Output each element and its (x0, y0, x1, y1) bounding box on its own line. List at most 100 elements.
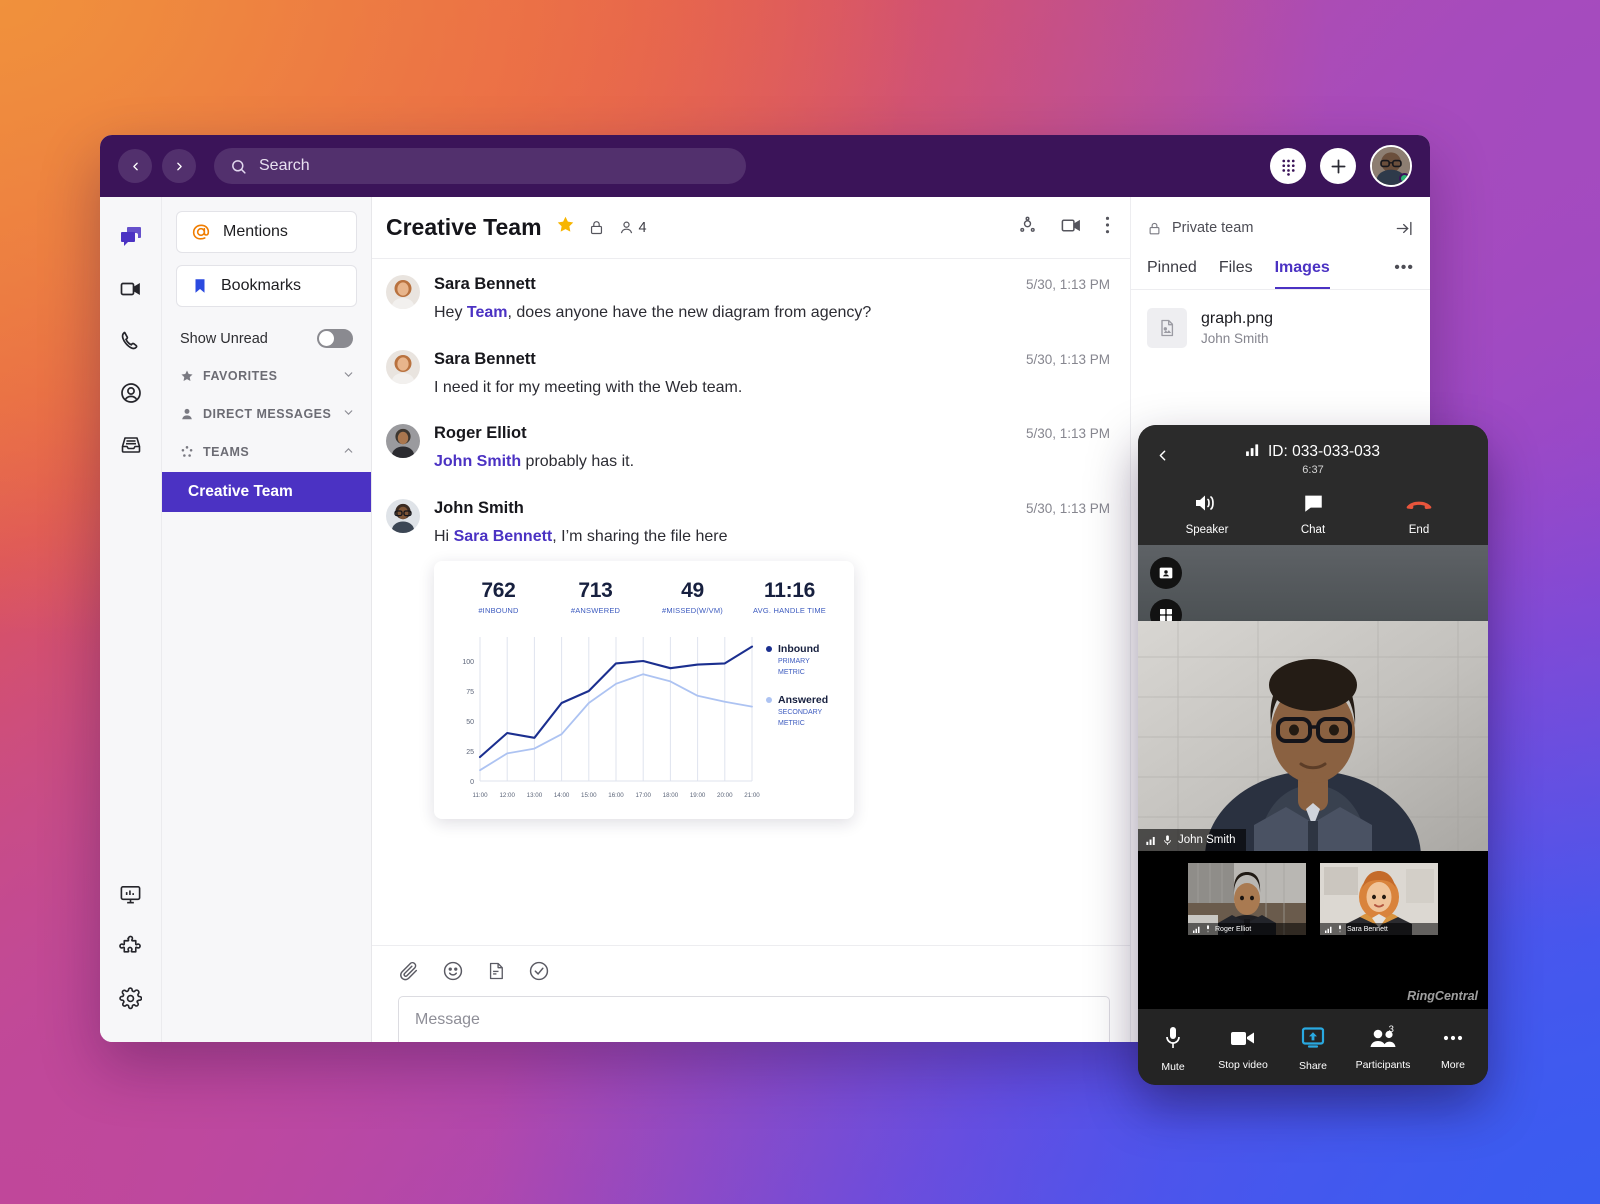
svg-text:75: 75 (466, 689, 474, 696)
chat-icon (1302, 492, 1325, 514)
stop-video-button[interactable]: Stop video (1208, 1028, 1278, 1071)
monitor-chart-icon (119, 883, 142, 906)
share-button[interactable]: Share (1278, 1027, 1348, 1072)
main-video-tile[interactable]: John Smith (1138, 621, 1488, 851)
puzzle-piece-icon (119, 935, 142, 958)
participants-button[interactable]: 3 Participants (1348, 1028, 1418, 1071)
microphone-icon (1205, 925, 1211, 933)
collapse-right-icon[interactable] (1395, 219, 1414, 238)
rail-item-contacts[interactable] (109, 371, 153, 415)
sidebar-section-favorites[interactable]: FAVORITES (162, 352, 371, 390)
avatar[interactable] (386, 499, 420, 533)
rail-item-video[interactable] (109, 267, 153, 311)
thumbnail-roger-elliot[interactable]: Roger Elliot (1188, 863, 1306, 935)
svg-text:0: 0 (470, 779, 474, 786)
members-icon[interactable]: 4 (618, 219, 647, 236)
paperclip-icon[interactable] (398, 960, 420, 982)
thumbnail-sara-bennett[interactable]: Sara Bennett (1320, 863, 1438, 935)
note-icon[interactable] (486, 961, 506, 981)
share-nodes-icon[interactable] (1017, 215, 1038, 241)
list-item[interactable]: graph.png John Smith (1131, 290, 1430, 366)
svg-text:13:00: 13:00 (527, 792, 543, 799)
tab-images[interactable]: Images (1275, 259, 1330, 289)
speaker-button[interactable]: Speaker (1154, 492, 1260, 536)
end-call-button[interactable]: End (1366, 492, 1472, 536)
rail-item-settings[interactable] (109, 976, 153, 1020)
kpi-answered: 713 #ANSWERED (547, 579, 644, 615)
phone-bottom-toolbar: Mute Stop video Share 3 Participants Mor… (1138, 1009, 1488, 1085)
rail-item-analytics[interactable] (109, 872, 153, 916)
signal-bars-icon (1146, 836, 1157, 845)
meeting-id: ID: 033-033-033 (1268, 443, 1380, 461)
svg-text:100: 100 (462, 659, 474, 666)
image-file-icon (1147, 308, 1187, 348)
mention-link[interactable]: John Smith (434, 453, 521, 470)
chart-attachment[interactable]: 762 #INBOUND 713 #ANSWERED 49 (434, 561, 854, 819)
conversation-header-actions (1017, 214, 1110, 242)
roger-elliot-avatar (386, 424, 420, 458)
chart-area: 025507510011:0012:0013:0014:0015:0016:00… (450, 625, 838, 808)
dialpad-button[interactable] (1270, 148, 1306, 184)
stop-video-label: Stop video (1208, 1059, 1278, 1071)
chat-button[interactable]: Chat (1260, 492, 1366, 536)
composer-tools (398, 960, 1110, 982)
smiley-icon[interactable] (442, 960, 464, 982)
tab-files[interactable]: Files (1219, 259, 1253, 289)
search-input[interactable]: Search (214, 148, 746, 184)
sidebar-item-creative-team[interactable]: Creative Team (162, 472, 371, 512)
rail-item-messages[interactable] (109, 215, 153, 259)
mention-link[interactable]: Team (467, 304, 508, 321)
sara-bennett-avatar (386, 275, 420, 309)
avatar[interactable] (386, 424, 420, 458)
add-button[interactable] (1320, 148, 1356, 184)
sidebar-section-teams[interactable]: TEAMS (162, 428, 371, 466)
signal-bars-icon (1193, 926, 1201, 933)
legend-sublabel: PRIMARY METRIC (778, 657, 838, 678)
message-item: Sara Bennett 5/30, 1:13 PM I need it for… (386, 350, 1110, 399)
rail-item-apps[interactable] (109, 924, 153, 968)
message-input[interactable]: Message (398, 996, 1110, 1042)
right-panel-more-button[interactable]: ••• (1394, 259, 1414, 289)
more-label: More (1418, 1059, 1488, 1071)
mute-button[interactable]: Mute (1138, 1026, 1208, 1073)
sidebar-section-direct-messages[interactable]: DIRECT MESSAGES (162, 390, 371, 428)
rail-item-phone[interactable] (109, 319, 153, 363)
check-circle-icon[interactable] (528, 960, 550, 982)
mention-link[interactable]: Sara Bennett (454, 528, 553, 545)
rail-item-fax[interactable] (109, 423, 153, 467)
show-unread-toggle[interactable] (317, 329, 353, 348)
message-author: Sara Bennett (434, 350, 536, 369)
kpi-avg-handle-time: 11:16 AVG. HANDLE TIME (741, 579, 838, 615)
avatar[interactable] (1370, 145, 1412, 187)
back-button[interactable] (118, 149, 152, 183)
kpi-label: #INBOUND (450, 606, 547, 615)
page-title: Creative Team (386, 214, 542, 241)
start-video-icon[interactable] (1060, 214, 1083, 242)
main-speaker-name: John Smith (1178, 834, 1236, 846)
speaker-label: Speaker (1154, 524, 1260, 536)
legend-color-swatch (766, 697, 772, 703)
sidebar-item-bookmarks[interactable]: Bookmarks (176, 265, 357, 307)
phone-back-button[interactable] (1154, 447, 1171, 469)
thumbnail-name: Roger Elliot (1215, 926, 1251, 933)
kpi-value: 11:16 (741, 579, 838, 603)
thumbnail-name: Sara Bennett (1347, 926, 1388, 933)
chevron-down-icon (342, 406, 355, 422)
message-body: John Smith probably has it. (434, 451, 1110, 473)
plus-icon (1328, 156, 1349, 177)
mobile-call-window: ID: 033-033-033 6:37 Speaker Chat (1138, 425, 1488, 1085)
chevron-right-icon (173, 160, 186, 173)
avatar[interactable] (386, 350, 420, 384)
more-button[interactable]: More (1418, 1028, 1488, 1071)
direct-messages-label: DIRECT MESSAGES (203, 407, 331, 421)
tab-pinned[interactable]: Pinned (1147, 259, 1197, 289)
star-filled-icon[interactable] (556, 215, 575, 240)
kebab-menu-icon[interactable] (1105, 215, 1110, 240)
sidebar-item-mentions[interactable]: Mentions (176, 211, 357, 253)
toggle-knob (319, 331, 334, 346)
contact-card-button[interactable] (1150, 557, 1182, 589)
file-info: graph.png John Smith (1201, 310, 1273, 346)
forward-button[interactable] (162, 149, 196, 183)
avatar[interactable] (386, 275, 420, 309)
icon-rail (100, 197, 162, 1042)
